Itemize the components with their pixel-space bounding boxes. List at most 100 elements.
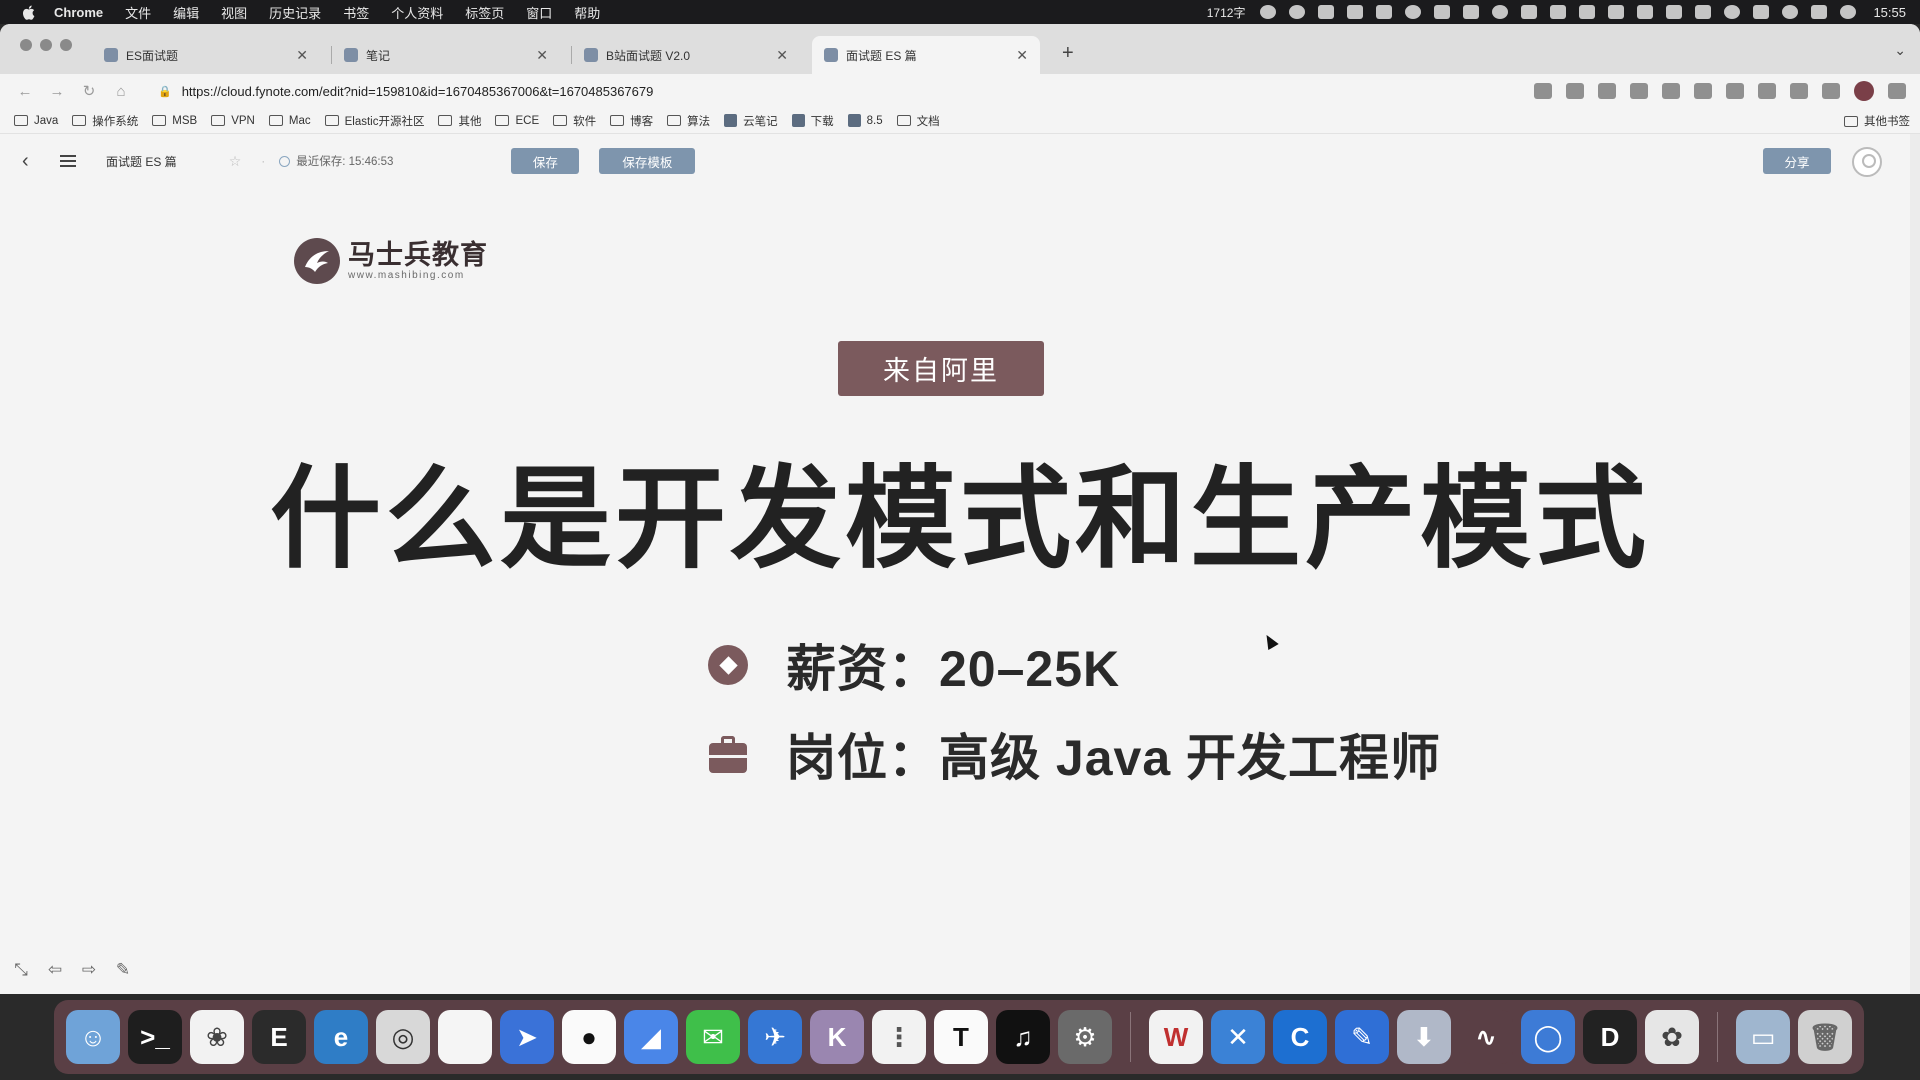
- app-tray-icon[interactable]: [1347, 5, 1364, 19]
- bookmark-docs[interactable]: 文档: [896, 113, 940, 129]
- spotlight-icon[interactable]: [1782, 5, 1799, 19]
- favorite-star-icon[interactable]: ☆: [229, 153, 242, 170]
- tab-es-questions[interactable]: ES面试题 ✕: [92, 36, 320, 74]
- tool-icon[interactable]: ✈: [748, 1010, 802, 1064]
- finder-icon[interactable]: ☺: [66, 1010, 120, 1064]
- bookmark-star-icon[interactable]: [1566, 83, 1584, 99]
- notes-icon[interactable]: [438, 1010, 492, 1064]
- wechat-icon[interactable]: ✉: [686, 1010, 740, 1064]
- close-tab-icon[interactable]: ✕: [776, 47, 788, 64]
- menu-file[interactable]: 文件: [125, 3, 151, 22]
- home-button[interactable]: ⌂: [108, 79, 134, 103]
- bookmark-cloud-notes[interactable]: 云笔记: [724, 113, 778, 129]
- new-tab-button[interactable]: +: [1062, 42, 1074, 65]
- audio-icon[interactable]: ♫: [996, 1010, 1050, 1064]
- wifi-icon[interactable]: [1724, 5, 1741, 19]
- bookmark-algorithm[interactable]: 算法: [667, 113, 710, 129]
- document-title[interactable]: 面试题 ES 篇: [106, 153, 177, 170]
- tab-notes[interactable]: 笔记 ✕: [332, 36, 560, 74]
- minimize-window-button[interactable]: [40, 39, 52, 51]
- game-icon[interactable]: ✿: [1645, 1010, 1699, 1064]
- next-slide-icon[interactable]: ⇨: [78, 960, 100, 980]
- close-tab-icon[interactable]: ✕: [1016, 47, 1028, 64]
- tab-search-chevron-icon[interactable]: ⌄: [1894, 42, 1906, 59]
- bookmark-blog[interactable]: 博客: [610, 113, 653, 129]
- prev-slide-icon[interactable]: ⇦: [44, 960, 66, 980]
- emoji-icon[interactable]: [1260, 5, 1277, 19]
- grid-icon[interactable]: [1550, 5, 1567, 19]
- edge-icon[interactable]: e: [314, 1010, 368, 1064]
- save-template-button[interactable]: 保存模板: [599, 148, 696, 174]
- menu-app-name[interactable]: Chrome: [54, 5, 103, 20]
- c-icon[interactable]: C: [1273, 1010, 1327, 1064]
- control-center-icon[interactable]: [1811, 5, 1828, 19]
- qq-icon[interactable]: ●: [562, 1010, 616, 1064]
- share-button[interactable]: 分享: [1763, 148, 1831, 174]
- wps-icon[interactable]: ◢: [624, 1010, 678, 1064]
- settings-icon[interactable]: ⚙: [1058, 1010, 1112, 1064]
- folder-icon[interactable]: ▭: [1736, 1010, 1790, 1064]
- extension-icon[interactable]: [1630, 83, 1648, 99]
- wps-w-icon[interactable]: W: [1149, 1010, 1203, 1064]
- microphone-icon[interactable]: [1289, 5, 1306, 19]
- bookmark-vpn[interactable]: VPN: [211, 115, 255, 127]
- menu-window[interactable]: 窗口: [526, 3, 552, 22]
- close-window-button[interactable]: [20, 39, 32, 51]
- extension-icon[interactable]: [1726, 83, 1744, 99]
- bookmark-elastic[interactable]: Elastic开源社区: [324, 113, 424, 129]
- x-icon[interactable]: ✕: [1211, 1010, 1265, 1064]
- pen-tray-icon[interactable]: [1579, 5, 1596, 19]
- extension-icon[interactable]: [1598, 83, 1616, 99]
- tab-es-interview[interactable]: 面试题 ES 篇 ✕: [812, 36, 1040, 74]
- more-menu-icon[interactable]: [1888, 83, 1906, 99]
- menu-tabs[interactable]: 标签页: [465, 3, 504, 22]
- menu-view[interactable]: 视图: [221, 3, 247, 22]
- bluetooth-icon[interactable]: [1753, 5, 1770, 19]
- battery-icon[interactable]: [1695, 5, 1712, 19]
- bookmark-download[interactable]: 下载: [791, 113, 834, 129]
- pencil-icon[interactable]: ✎: [112, 960, 134, 980]
- list-icon[interactable]: ⋮: [872, 1010, 926, 1064]
- close-tab-icon[interactable]: ✕: [536, 47, 548, 64]
- side-panel-icon[interactable]: [1822, 83, 1840, 99]
- trash-icon[interactable]: 🗑: [1798, 1010, 1852, 1064]
- terminal-icon[interactable]: >_: [128, 1010, 182, 1064]
- menu-help[interactable]: 帮助: [574, 3, 600, 22]
- zoom-window-button[interactable]: [60, 39, 72, 51]
- extension-icon[interactable]: [1694, 83, 1712, 99]
- menu-edit[interactable]: 编辑: [173, 3, 199, 22]
- chevron-right-icon[interactable]: [1637, 5, 1654, 19]
- extension-icon[interactable]: [1662, 83, 1680, 99]
- back-arrow-icon[interactable]: ‹: [22, 150, 40, 173]
- other-bookmarks[interactable]: 其他书签: [1844, 108, 1910, 134]
- typora-icon[interactable]: E: [252, 1010, 306, 1064]
- bookmark-tray-icon[interactable]: [1521, 5, 1538, 19]
- feishu-icon[interactable]: ➤: [500, 1010, 554, 1064]
- bookmark-mac[interactable]: Mac: [268, 115, 311, 127]
- tray-app-icon[interactable]: [1405, 5, 1422, 19]
- address-bar[interactable]: https://cloud.fynote.com/edit?nid=159810…: [182, 84, 654, 99]
- forward-button[interactable]: →: [44, 79, 70, 103]
- typora-t-icon[interactable]: T: [934, 1010, 988, 1064]
- sync-icon[interactable]: [1463, 5, 1480, 19]
- puzzle-icon[interactable]: [1790, 83, 1808, 99]
- user-avatar[interactable]: [1852, 147, 1882, 177]
- apple-icon[interactable]: [18, 5, 38, 20]
- profile-avatar[interactable]: [1854, 81, 1874, 101]
- siri-icon[interactable]: [1840, 5, 1857, 19]
- d-icon[interactable]: D: [1583, 1010, 1637, 1064]
- menu-profile[interactable]: 个人资料: [391, 3, 443, 22]
- wps-tray-icon[interactable]: [1434, 5, 1451, 19]
- tab-bilibili-questions[interactable]: B站面试题 V2.0 ✕: [572, 36, 800, 74]
- lock-icon[interactable]: 🔒: [158, 85, 172, 98]
- screen-record-icon[interactable]: [1376, 5, 1393, 19]
- extension-icon[interactable]: [1758, 83, 1776, 99]
- bookmark-other[interactable]: 其他: [438, 113, 481, 129]
- qq-penguin-icon[interactable]: ❀: [190, 1010, 244, 1064]
- bookmark-os[interactable]: 操作系统: [72, 113, 138, 129]
- close-tab-icon[interactable]: ✕: [296, 47, 308, 64]
- wave-icon[interactable]: ∿: [1459, 1010, 1513, 1064]
- back-button[interactable]: ←: [12, 79, 38, 103]
- pen-icon[interactable]: ✎: [1335, 1010, 1389, 1064]
- share-icon[interactable]: [1534, 83, 1552, 99]
